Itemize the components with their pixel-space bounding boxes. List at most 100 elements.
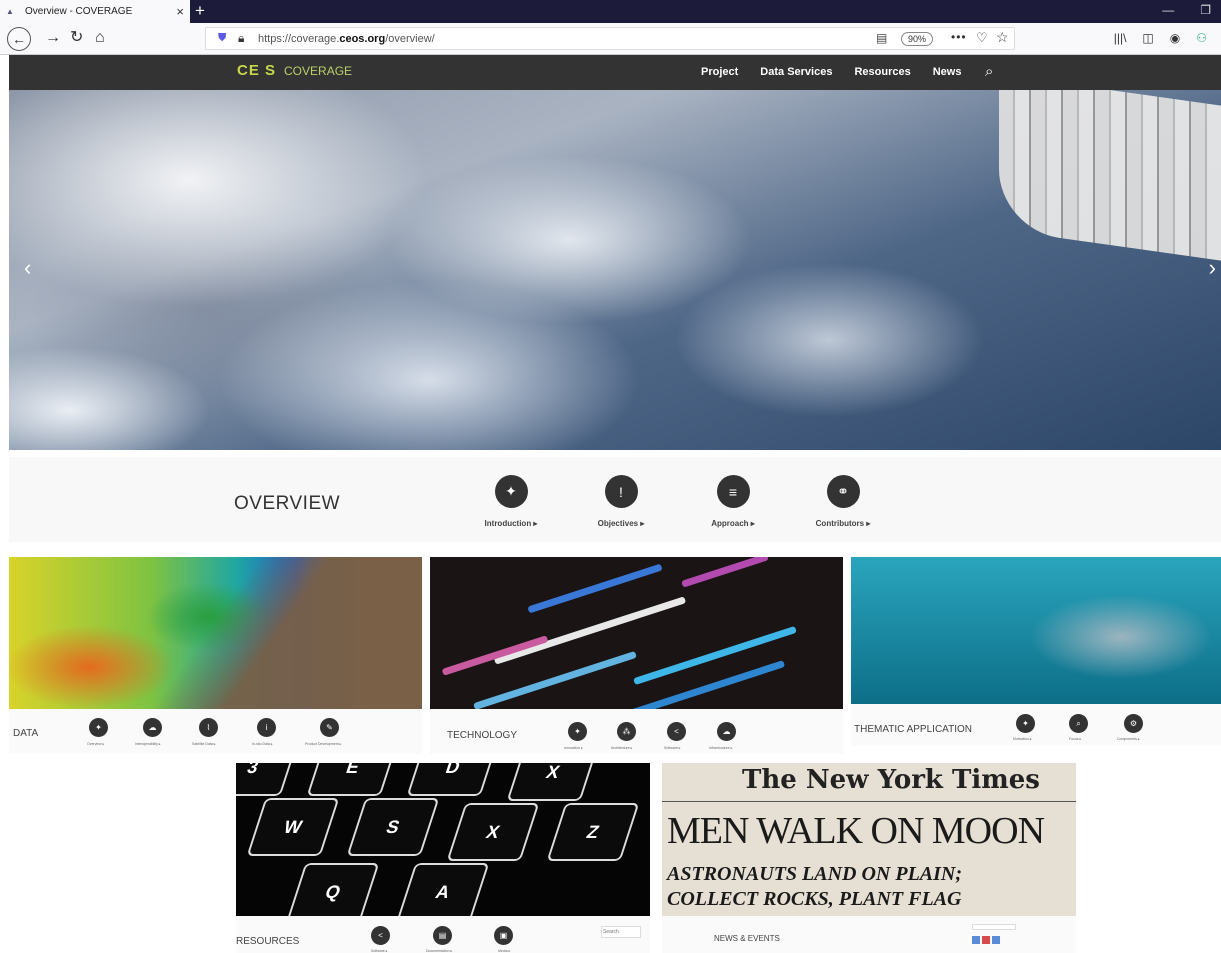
browser-tab-bar: ▲ Overview - COVERAGE × + — ❐ bbox=[0, 0, 1221, 23]
library-icon[interactable]: |||\ bbox=[1114, 31, 1127, 45]
thematic-components-icon[interactable]: ⚙ bbox=[1124, 714, 1143, 733]
nav-resources[interactable]: Resources bbox=[854, 66, 910, 78]
social-icons bbox=[972, 936, 1000, 944]
resources-tile-image[interactable]: 3 E D X W S X Z Q A bbox=[236, 763, 650, 916]
carousel-next-icon[interactable]: › bbox=[1209, 255, 1216, 281]
tech-sub-architecture[interactable]: Architecture ▸ bbox=[611, 746, 632, 750]
news-search-field[interactable] bbox=[972, 924, 1016, 930]
tech-sub-software[interactable]: Software ▸ bbox=[664, 746, 681, 750]
overview-objectives-label[interactable]: Objectives ▸ bbox=[576, 519, 666, 528]
tab-title: Overview - COVERAGE bbox=[25, 6, 133, 17]
resources-documentation-icon[interactable]: ▤ bbox=[433, 926, 452, 945]
data-tile-image[interactable] bbox=[9, 557, 422, 709]
new-tab-button[interactable]: + bbox=[195, 1, 205, 21]
back-button[interactable]: ← bbox=[7, 27, 31, 51]
reader-view-icon[interactable]: ▤ bbox=[876, 31, 887, 45]
overview-contributors[interactable]: ⚭ Contributors ▸ bbox=[798, 475, 888, 528]
technology-tile-bar: TECHNOLOGY ✦ Innovation ▸ ⁂ Architecture… bbox=[430, 709, 843, 754]
social-share-icon[interactable] bbox=[992, 936, 1000, 944]
technology-tile-image[interactable] bbox=[430, 557, 843, 709]
nav-news[interactable]: News bbox=[933, 66, 962, 78]
site-favicon-icon: ▲ bbox=[6, 7, 14, 16]
data-sub-overview[interactable]: Overview ▸ bbox=[87, 742, 104, 746]
pocket-icon[interactable]: ♡ bbox=[976, 30, 988, 46]
search-icon[interactable]: ⌕ bbox=[985, 63, 993, 80]
tech-sub-innovation[interactable]: Innovation ▸ bbox=[564, 746, 583, 750]
nav-data-services[interactable]: Data Services bbox=[760, 66, 832, 78]
resources-search-input[interactable] bbox=[601, 926, 641, 938]
overview-objectives[interactable]: ! Objectives ▸ bbox=[576, 475, 666, 528]
thematic-sub-motivation[interactable]: Motivation ▸ bbox=[1013, 737, 1032, 741]
exclamation-icon[interactable]: ! bbox=[604, 475, 638, 508]
tech-software-icon[interactable]: < bbox=[667, 722, 686, 741]
thematic-sub-focus[interactable]: Focus ▸ bbox=[1069, 737, 1081, 741]
overview-title: OVERVIEW bbox=[234, 493, 341, 514]
browser-tab[interactable]: ▲ Overview - COVERAGE × bbox=[0, 0, 190, 23]
data-sub-interoperability[interactable]: Interoperability ▸ bbox=[135, 742, 161, 746]
data-tile-bar: DATA ✦ Overview ▸ ☁ Interoperability ▸ ⌇… bbox=[9, 709, 422, 754]
resources-media-icon[interactable]: ▣ bbox=[494, 926, 513, 945]
thematic-focus-icon[interactable]: ⌕ bbox=[1069, 714, 1088, 733]
forward-button[interactable]: → bbox=[45, 28, 61, 48]
minimize-icon[interactable]: — bbox=[1162, 3, 1174, 17]
technology-tile-label[interactable]: TECHNOLOGY bbox=[447, 730, 517, 741]
data-interoperability-icon[interactable]: ☁ bbox=[143, 718, 162, 737]
thematic-sub-components[interactable]: Components ▸ bbox=[1117, 737, 1140, 741]
home-button[interactable]: ⌂ bbox=[95, 28, 105, 48]
handshake-icon[interactable]: ⚭ bbox=[826, 475, 860, 508]
tracking-shield-icon[interactable]: ⛊ bbox=[218, 32, 226, 45]
data-tile-label[interactable]: DATA bbox=[13, 728, 38, 739]
social-share-icon[interactable] bbox=[972, 936, 980, 944]
tech-infrastructure-icon[interactable]: ☁ bbox=[717, 722, 736, 741]
nav-project[interactable]: Project bbox=[701, 66, 738, 78]
carousel-prev-icon[interactable]: ‹ bbox=[24, 255, 31, 281]
zoom-level[interactable]: 90% bbox=[901, 32, 934, 46]
url-bar[interactable]: ⛊ 🔒︎ https://coverage.ceos.org/overview/… bbox=[205, 27, 1015, 50]
browser-toolbar-right: |||\ ◫ ◉ ⚇ bbox=[1114, 31, 1207, 45]
tech-innovation-icon[interactable]: ✦ bbox=[568, 722, 587, 741]
tech-sub-infrastructure[interactable]: Infrastructure ▸ bbox=[709, 746, 732, 750]
restore-icon[interactable]: ❐ bbox=[1200, 3, 1211, 17]
data-sub-satellite[interactable]: Satellite Data ▸ bbox=[192, 742, 216, 746]
news-tile-bar: NEWS & EVENTS bbox=[662, 916, 1076, 953]
data-sub-product[interactable]: Product Development ▸ bbox=[305, 742, 341, 746]
tech-architecture-icon[interactable]: ⁂ bbox=[617, 722, 636, 741]
overview-approach-label[interactable]: Approach ▸ bbox=[688, 519, 778, 528]
reload-button[interactable]: ↻ bbox=[70, 28, 83, 48]
thematic-tile-image[interactable] bbox=[851, 557, 1221, 704]
overview-introduction[interactable]: ✦ Introduction ▸ bbox=[466, 475, 556, 528]
social-share-icon[interactable] bbox=[982, 936, 990, 944]
thematic-motivation-icon[interactable]: ✦ bbox=[1016, 714, 1035, 733]
lightbulb-icon[interactable]: ✦ bbox=[494, 475, 528, 508]
list-icon[interactable]: ≡ bbox=[716, 475, 750, 508]
data-satellite-icon[interactable]: ⌇ bbox=[199, 718, 218, 737]
overview-approach[interactable]: ≡ Approach ▸ bbox=[688, 475, 778, 528]
resources-tile-label[interactable]: RESOURCES bbox=[236, 936, 299, 947]
overview-section: OVERVIEW ✦ Introduction ▸ ! Objectives ▸… bbox=[9, 457, 1221, 542]
site-nav: Project Data Services Resources News bbox=[701, 66, 961, 78]
news-tile-label[interactable]: NEWS & EVENTS bbox=[714, 934, 780, 943]
data-insitu-icon[interactable]: i bbox=[257, 718, 276, 737]
page-actions-icon[interactable]: ••• bbox=[951, 30, 967, 44]
resources-sub-software[interactable]: Software ▸ bbox=[371, 949, 388, 953]
data-product-icon[interactable]: ✎ bbox=[320, 718, 339, 737]
sidebar-icon[interactable]: ◫ bbox=[1142, 31, 1153, 45]
extension-icon[interactable]: ⚇ bbox=[1196, 31, 1207, 45]
thematic-tile-bar: THEMATIC APPLICATION ✦ Motivation ▸ ⌕ Fo… bbox=[851, 704, 1221, 746]
resources-sub-media[interactable]: Media ▸ bbox=[498, 949, 510, 953]
overview-contributors-label[interactable]: Contributors ▸ bbox=[798, 519, 888, 528]
account-icon[interactable]: ◉ bbox=[1170, 31, 1180, 45]
close-tab-icon[interactable]: × bbox=[176, 4, 184, 19]
newspaper-masthead: The New York Times bbox=[742, 765, 1040, 795]
resources-sub-documentation[interactable]: Documentation ▸ bbox=[426, 949, 452, 953]
url-text[interactable]: https://coverage.ceos.org/overview/ bbox=[258, 33, 435, 45]
site-logo[interactable]: CE S COVERAGE bbox=[237, 62, 352, 79]
bookmark-star-icon[interactable]: ☆ bbox=[996, 29, 1009, 46]
news-tile-image[interactable]: The New York Times MEN WALK ON MOON ASTR… bbox=[662, 763, 1076, 916]
data-overview-icon[interactable]: ✦ bbox=[89, 718, 108, 737]
thematic-tile-label[interactable]: THEMATIC APPLICATION bbox=[854, 724, 972, 735]
lock-icon[interactable]: 🔒︎ bbox=[238, 31, 244, 46]
resources-software-icon[interactable]: < bbox=[371, 926, 390, 945]
data-sub-insitu[interactable]: In-situ Data ▸ bbox=[252, 742, 273, 746]
overview-introduction-label[interactable]: Introduction ▸ bbox=[466, 519, 556, 528]
